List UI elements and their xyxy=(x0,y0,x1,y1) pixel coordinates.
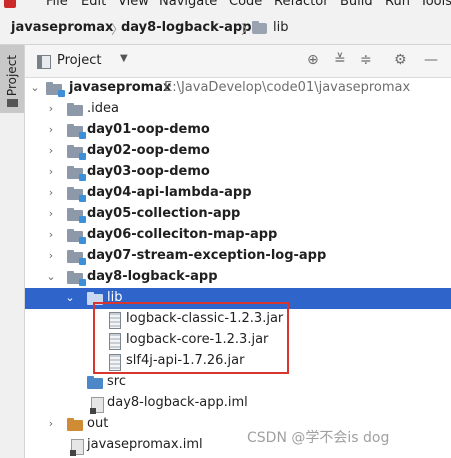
menu-edit[interactable]: Edit xyxy=(81,0,106,9)
tree-item-label: day04-api-lambda-app xyxy=(87,185,252,200)
tree-row-day02[interactable]: › day02-oop-demo xyxy=(25,141,451,162)
project-path: E:\JavaDevelop\code01\javasepromax xyxy=(164,80,411,95)
iml-file-icon xyxy=(70,439,84,456)
chevron-right-icon[interactable]: › xyxy=(45,207,57,220)
jar-file-icon xyxy=(109,333,121,350)
module-folder-icon xyxy=(67,271,86,286)
tree-row-idea[interactable]: › .idea xyxy=(25,99,451,120)
tree-row-day06[interactable]: › day06-colleciton-map-app xyxy=(25,225,451,246)
tree-item-label: day03-oop-demo xyxy=(87,164,210,179)
tree-row-day04[interactable]: › day04-api-lambda-app xyxy=(25,183,451,204)
project-panel-header: Project ▼ ⊕ ≚ ≑ ⚙ — xyxy=(25,45,451,78)
breadcrumb-item-project[interactable]: javasepromax xyxy=(11,20,113,35)
breadcrumb-item-module[interactable]: day8-logback-app xyxy=(121,20,252,35)
tree-item-label: javasepromax xyxy=(69,80,172,95)
module-folder-icon xyxy=(67,145,86,160)
chevron-right-icon[interactable]: › xyxy=(45,417,57,430)
gear-icon[interactable]: ⚙ xyxy=(394,52,407,68)
module-folder-icon xyxy=(67,187,86,202)
tree-item-label: day05-collection-app xyxy=(87,206,241,221)
expand-all-icon[interactable]: ≚ xyxy=(334,52,346,68)
menu-navigate[interactable]: Navigate xyxy=(159,0,217,9)
menu-code[interactable]: Code xyxy=(229,0,262,9)
tree-row-day05[interactable]: › day05-collection-app xyxy=(25,204,451,225)
project-tree: ⌄ javasepromax E:\JavaDevelop\code01\jav… xyxy=(25,78,451,458)
collapse-all-icon[interactable]: ≑ xyxy=(360,52,372,68)
watermark: CSDN @学不会is dog xyxy=(247,430,390,446)
tree-item-label: .idea xyxy=(87,101,119,116)
tool-window-strip: Project xyxy=(0,45,25,458)
menu-bar: File Edit View Navigate Code Refactor Bu… xyxy=(0,0,451,12)
menu-view[interactable]: View xyxy=(118,0,149,9)
tree-row-jar[interactable]: logback-classic-1.2.3.jar xyxy=(25,309,451,330)
folder-icon xyxy=(252,21,267,34)
folder-icon xyxy=(7,99,18,107)
chevron-right-icon[interactable]: › xyxy=(45,144,57,157)
tree-row-iml[interactable]: day8-logback-app.iml xyxy=(25,393,451,414)
tree-item-label: day8-logback-app xyxy=(87,269,218,284)
tree-row-jar[interactable]: logback-core-1.2.3.jar xyxy=(25,330,451,351)
project-view-selector[interactable]: Project xyxy=(57,53,101,68)
menu-run[interactable]: Run xyxy=(385,0,410,9)
module-folder-icon xyxy=(67,229,86,244)
tree-item-label: logback-classic-1.2.3.jar xyxy=(126,311,284,326)
jar-file-icon xyxy=(109,354,121,371)
tree-row-lib[interactable]: ⌄ lib xyxy=(25,288,451,309)
folder-icon xyxy=(67,103,83,116)
tree-item-label: day02-oop-demo xyxy=(87,143,210,158)
locate-icon[interactable]: ⊕ xyxy=(307,52,319,68)
chevron-right-icon[interactable]: › xyxy=(45,249,57,262)
tree-item-label: src xyxy=(107,374,126,389)
menu-refactor[interactable]: Refactor xyxy=(274,0,329,9)
tree-item-label: slf4j-api-1.7.26.jar xyxy=(126,353,245,368)
iml-file-icon xyxy=(90,397,104,414)
chevron-right-icon[interactable]: › xyxy=(45,123,57,136)
breadcrumb: javasepromax 〉 day8-logback-app 〉 lib xyxy=(0,12,451,45)
tree-row-day07[interactable]: › day07-stream-exception-log-app xyxy=(25,246,451,267)
tree-row-day01[interactable]: › day01-oop-demo xyxy=(25,120,451,141)
chevron-right-icon[interactable]: › xyxy=(45,165,57,178)
tree-item-label: logback-core-1.2.3.jar xyxy=(126,332,269,347)
chevron-down-icon[interactable]: ⌄ xyxy=(29,81,41,94)
tree-row-project-root[interactable]: ⌄ javasepromax E:\JavaDevelop\code01\jav… xyxy=(25,78,451,99)
project-tool-tab[interactable]: Project xyxy=(0,45,24,113)
tree-item-label: javasepromax.iml xyxy=(87,437,203,452)
chevron-down-icon[interactable]: ⌄ xyxy=(45,270,57,283)
tree-item-label: day8-logback-app.iml xyxy=(107,395,248,410)
chevron-down-icon[interactable]: ▼ xyxy=(120,53,128,64)
menu-build[interactable]: Build xyxy=(340,0,373,9)
output-folder-icon xyxy=(67,418,83,431)
source-folder-icon xyxy=(87,376,103,389)
module-folder-icon xyxy=(67,208,86,223)
project-tool-tab-label: Project xyxy=(5,55,19,97)
module-folder-icon xyxy=(67,250,86,265)
tree-row-jar[interactable]: slf4j-api-1.7.26.jar xyxy=(25,351,451,372)
tree-item-label: out xyxy=(87,416,109,431)
tree-item-label: day06-colleciton-map-app xyxy=(87,227,278,242)
intellij-logo-icon xyxy=(4,0,16,8)
tree-row-day03[interactable]: › day03-oop-demo xyxy=(25,162,451,183)
chevron-right-icon[interactable]: › xyxy=(45,186,57,199)
chevron-right-icon[interactable]: › xyxy=(45,102,57,115)
tree-item-label: day01-oop-demo xyxy=(87,122,210,137)
breadcrumb-item-lib[interactable]: lib xyxy=(273,20,288,35)
tree-row-day8[interactable]: ⌄ day8-logback-app xyxy=(25,267,451,288)
chevron-down-icon[interactable]: ⌄ xyxy=(64,291,76,304)
project-view-icon xyxy=(37,55,51,69)
menu-file[interactable]: File xyxy=(46,0,68,9)
module-folder-icon xyxy=(46,82,65,97)
menu-tools[interactable]: Tools xyxy=(420,0,451,9)
folder-icon xyxy=(87,292,103,305)
module-folder-icon xyxy=(67,166,86,181)
tree-item-label: lib xyxy=(107,290,123,305)
chevron-right-icon[interactable]: › xyxy=(45,228,57,241)
tree-row-src[interactable]: src xyxy=(25,372,451,393)
module-folder-icon xyxy=(67,124,86,139)
hide-icon[interactable]: — xyxy=(424,52,438,68)
tree-item-label: day07-stream-exception-log-app xyxy=(87,248,327,263)
jar-file-icon xyxy=(109,312,121,329)
